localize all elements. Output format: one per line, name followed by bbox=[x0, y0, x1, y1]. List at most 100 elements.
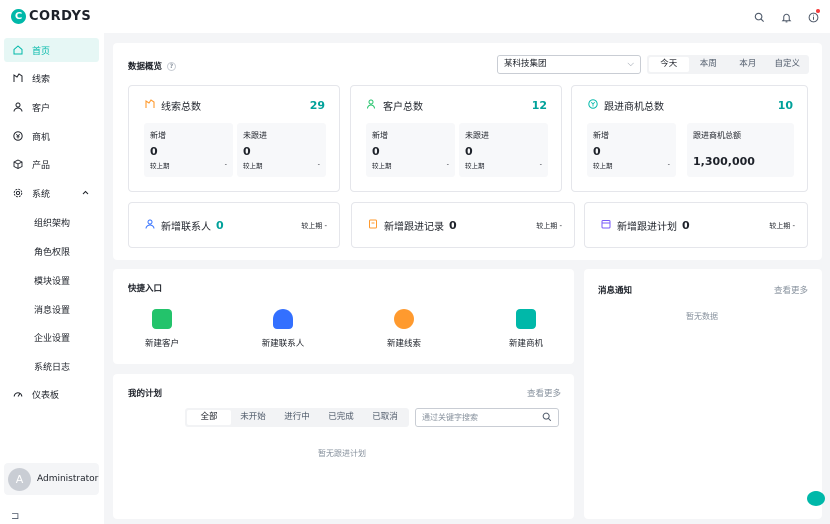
new-contacts-card: 新增联系人 0 较上期 - bbox=[128, 202, 340, 248]
stat-amount: 跟进商机总额 1,300,000 bbox=[687, 123, 794, 177]
record-icon bbox=[368, 219, 378, 232]
logo-text: CORDYS bbox=[29, 9, 92, 24]
new-customer-icon bbox=[152, 309, 172, 329]
logo-mark: C bbox=[11, 9, 26, 24]
sidebar-item-label: 仪表板 bbox=[32, 390, 60, 401]
product-icon bbox=[12, 158, 24, 170]
sidebar-item-label: 系统 bbox=[32, 189, 51, 200]
new-contact-shortcut[interactable]: 新建联系人 bbox=[253, 309, 313, 349]
tab-all[interactable]: 全部 bbox=[187, 410, 231, 425]
sidebar-item-opportunities[interactable]: 商机 bbox=[0, 124, 99, 148]
new-lead-shortcut[interactable]: 新建线索 bbox=[374, 309, 434, 349]
tab-cancelled[interactable]: 已取消 bbox=[363, 410, 407, 425]
notification-dot bbox=[816, 9, 820, 13]
leads-icon bbox=[12, 72, 24, 84]
gear-icon bbox=[12, 187, 24, 199]
sidebar-item-home[interactable]: 首页 bbox=[4, 38, 99, 62]
new-follow-records-card: 新增跟进记录 0 较上期 - bbox=[351, 202, 575, 248]
stat-new: 新增 0 较上期 - bbox=[144, 123, 233, 177]
user-profile[interactable]: A Administrator bbox=[4, 463, 99, 495]
stat-new: 新增 0 较上期 - bbox=[587, 123, 676, 177]
tab-completed[interactable]: 已完成 bbox=[319, 410, 363, 425]
plan-icon bbox=[601, 219, 611, 232]
plan-empty-text: 暂无跟进计划 bbox=[318, 449, 366, 458]
period-week[interactable]: 本周 bbox=[689, 57, 729, 72]
sidebar-sub-item[interactable]: 模块设置 bbox=[34, 274, 70, 287]
chevron-down-icon: ⌵ bbox=[627, 59, 634, 69]
stat-new: 新增 0 较上期 - bbox=[366, 123, 455, 177]
help-icon[interactable]: ? bbox=[167, 62, 177, 71]
search-icon[interactable] bbox=[752, 10, 766, 24]
shortcut-label: 新建客户 bbox=[144, 339, 179, 349]
shortcut-label: 新建商机 bbox=[508, 339, 543, 349]
avatar: A bbox=[8, 467, 31, 491]
customers-total-card: 客户总数 12 新增 0 较上期 - 未跟进 0 较上期 - bbox=[350, 85, 562, 192]
period-custom[interactable]: 自定义 bbox=[768, 57, 808, 72]
home-icon bbox=[12, 44, 24, 56]
sidebar-sub-item[interactable]: 组织架构 bbox=[34, 216, 70, 229]
sidebar-sub-item[interactable]: 企业设置 bbox=[34, 331, 70, 344]
card-total: 29 bbox=[309, 99, 325, 112]
logo[interactable]: C CORDYS bbox=[11, 9, 91, 24]
opportunity-icon bbox=[588, 99, 598, 112]
plan-see-more-link[interactable]: 查看更多 bbox=[527, 387, 561, 399]
period-switch: 今天 本周 本月 自定义 bbox=[647, 55, 809, 74]
plan-status-tabs: 全部 未开始 进行中 已完成 已取消 bbox=[185, 408, 409, 427]
quick-entry-title: 快捷入口 bbox=[128, 284, 163, 294]
period-month[interactable]: 本月 bbox=[728, 57, 768, 72]
sidebar-item-label: 线索 bbox=[32, 74, 51, 85]
org-select[interactable]: 某科技集团 ⌵ bbox=[497, 55, 641, 74]
leads-icon bbox=[145, 99, 155, 112]
sidebar-item-system[interactable]: 系统 bbox=[0, 181, 99, 205]
sidebar-item-leads[interactable]: 线索 bbox=[0, 66, 99, 90]
dashboard-icon bbox=[12, 388, 24, 400]
sidebar-sub-item[interactable]: 消息设置 bbox=[34, 303, 70, 316]
customer-icon bbox=[12, 101, 24, 113]
period-today[interactable]: 今天 bbox=[649, 57, 689, 72]
tab-not-started[interactable]: 未开始 bbox=[231, 410, 275, 425]
sidebar-item-customers[interactable]: 客户 bbox=[0, 95, 99, 119]
new-opportunity-icon bbox=[516, 309, 536, 329]
new-opportunity-shortcut[interactable]: 新建商机 bbox=[496, 309, 556, 349]
card-total: 10 bbox=[777, 99, 793, 112]
new-contact-icon bbox=[273, 309, 293, 329]
notification-see-more-link[interactable]: 查看更多 bbox=[774, 284, 808, 296]
sidebar-item-label: 商机 bbox=[32, 132, 51, 143]
new-follow-plans-card: 新增跟进计划 0 较上期 - bbox=[584, 202, 808, 248]
stat-unfollowed: 未跟进 0 较上期 - bbox=[237, 123, 326, 177]
sidebar-item-label: 首页 bbox=[32, 46, 51, 57]
collapse-sidebar-icon[interactable]: ⊐ bbox=[11, 511, 19, 522]
stat-unfollowed: 未跟进 0 较上期 - bbox=[459, 123, 548, 177]
leads-total-card: 线索总数 29 新增 0 较上期 - 未跟进 0 较上期 - bbox=[128, 85, 340, 192]
notification-empty-text: 暂无数据 bbox=[686, 312, 718, 321]
chat-assistant-icon[interactable] bbox=[807, 491, 825, 506]
overview-title: 数据概览? bbox=[128, 60, 177, 72]
customer-icon bbox=[367, 99, 377, 112]
search-icon bbox=[542, 411, 552, 428]
sidebar-item-dashboard[interactable]: 仪表板 bbox=[0, 382, 99, 406]
user-name: Administrator bbox=[37, 474, 99, 484]
new-customer-shortcut[interactable]: 新建客户 bbox=[132, 309, 192, 349]
contact-icon bbox=[145, 219, 155, 232]
new-lead-icon bbox=[394, 309, 414, 329]
tab-in-progress[interactable]: 进行中 bbox=[275, 410, 319, 425]
notification-title: 消息通知 bbox=[598, 286, 633, 296]
shortcut-label: 新建线索 bbox=[386, 339, 421, 349]
sidebar: 首页 线索 客户 商机 产品 系统 组织架构 角色权限 模块设置 消息设置 企业… bbox=[0, 33, 104, 524]
card-title: 跟进商机总数 bbox=[604, 102, 664, 113]
opportunities-total-card: 跟进商机总数 10 新增 0 较上期 - 跟进商机总额 1,300,000 bbox=[571, 85, 808, 192]
card-title: 线索总数 bbox=[161, 102, 201, 113]
sidebar-sub-item[interactable]: 系统日志 bbox=[34, 360, 70, 373]
my-plan-panel bbox=[113, 374, 574, 519]
bell-icon[interactable] bbox=[779, 10, 793, 24]
sidebar-item-label: 客户 bbox=[32, 103, 51, 114]
info-icon[interactable] bbox=[806, 9, 820, 24]
sidebar-sub-item[interactable]: 角色权限 bbox=[34, 245, 70, 258]
sidebar-item-label: 产品 bbox=[32, 160, 51, 171]
my-plan-title: 我的计划 bbox=[128, 389, 163, 399]
card-total: 12 bbox=[531, 99, 547, 112]
opportunity-icon bbox=[12, 130, 24, 142]
sidebar-item-products[interactable]: 产品 bbox=[0, 152, 99, 176]
plan-search-input[interactable]: 通过关键字搜索 bbox=[415, 408, 559, 427]
card-title: 客户总数 bbox=[383, 102, 423, 113]
